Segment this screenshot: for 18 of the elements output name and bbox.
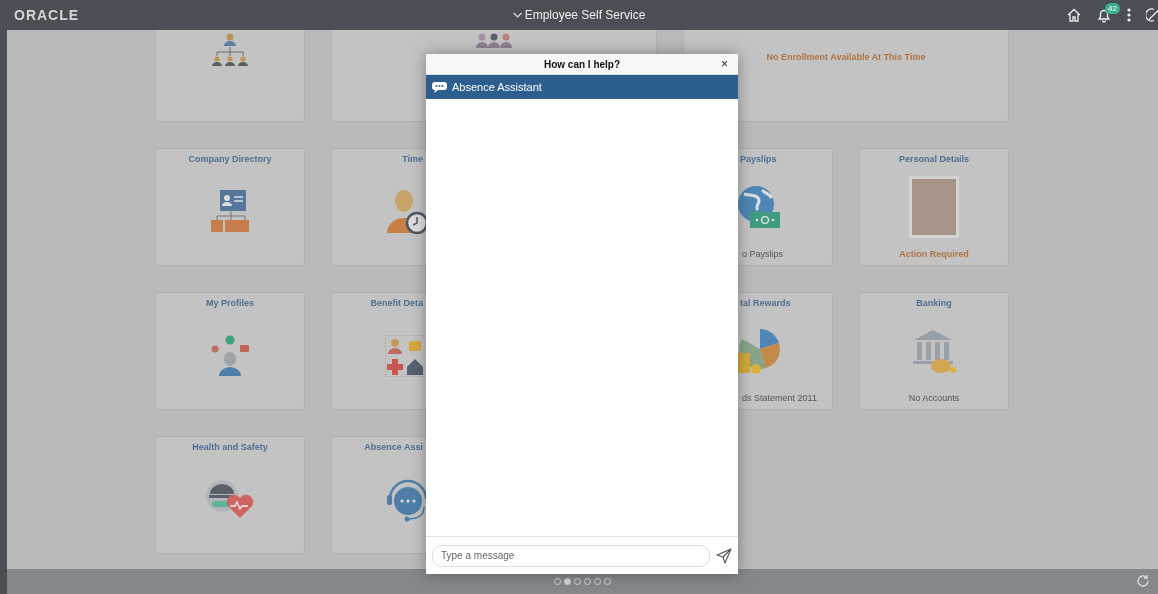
tile-title: Health and Safety (191, 442, 269, 452)
tile-status: No Accounts (907, 393, 961, 403)
tile-title: Benefit Deta (369, 298, 424, 308)
assistant-name: Absence Assistant (452, 81, 542, 93)
tile-title: Personal Details (898, 154, 970, 164)
tile-title: Payslips (739, 154, 778, 164)
dialog-title: How can I help? (543, 58, 621, 70)
tile-status: o Payslips (741, 249, 785, 259)
tile-status: No Enrollment Available At This Time (765, 52, 927, 62)
tile-title: Time (401, 154, 424, 164)
tile-title: Absence Assi (363, 442, 424, 452)
tile-title: Company Directory (187, 154, 273, 164)
tile-status: Action Required (898, 249, 970, 259)
tile-status: ds Statement 2011 (741, 393, 818, 403)
tile-title: Banking (915, 298, 953, 308)
tile-title: My Profiles (205, 298, 255, 308)
tile-title: tal Rewards (739, 298, 792, 308)
notification-count-badge: 42 (1105, 3, 1120, 14)
